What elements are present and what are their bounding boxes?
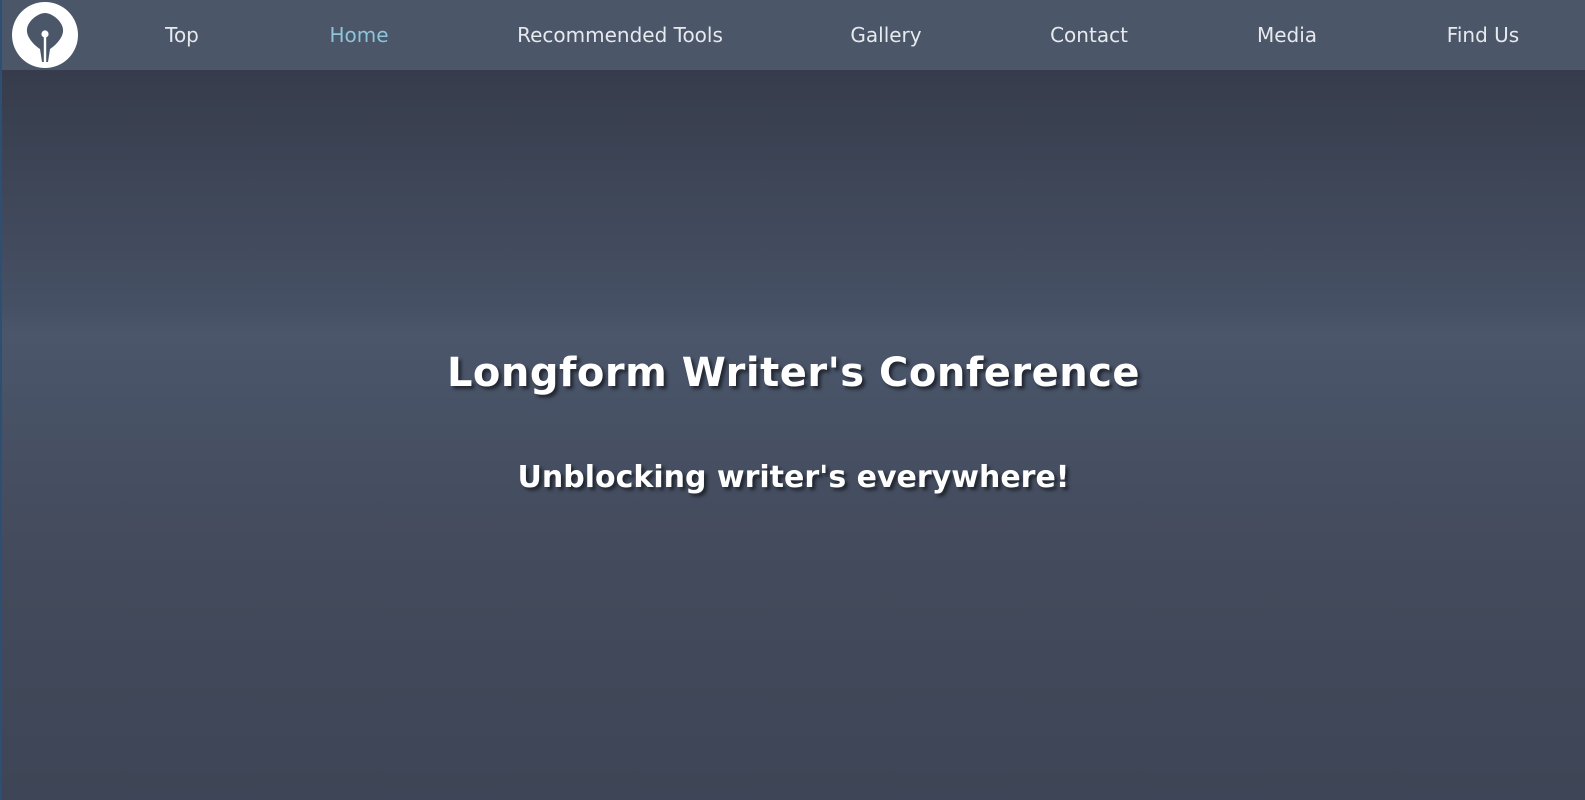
hero-subtitle: Unblocking writer's everywhere! [517, 460, 1070, 495]
fountain-pen-nib-icon [26, 13, 64, 62]
nav-item-gallery[interactable]: Gallery [850, 0, 921, 70]
top-navbar: Top Home Recommended Tools Gallery Conta… [2, 0, 1585, 70]
hero-section: Longform Writer's Conference Unblocking … [2, 70, 1585, 800]
nav-item-home[interactable]: Home [329, 0, 388, 70]
site-logo[interactable] [12, 2, 78, 68]
nav-item-find-us[interactable]: Find Us [1447, 0, 1519, 70]
hero-title: Longform Writer's Conference [446, 350, 1141, 396]
nav-item-top[interactable]: Top [165, 0, 199, 70]
nav-item-media[interactable]: Media [1257, 0, 1317, 70]
nav-item-contact[interactable]: Contact [1050, 0, 1128, 70]
nav-item-recommended-tools[interactable]: Recommended Tools [517, 0, 723, 70]
